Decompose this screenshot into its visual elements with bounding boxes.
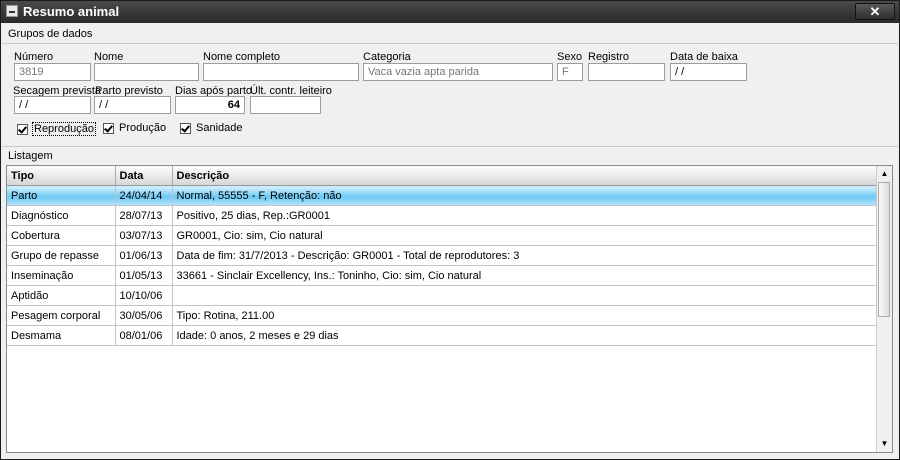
table-row[interactable]: Parto 24/04/14 Normal, 55555 - F, Retenç… [7, 185, 879, 206]
cell-tipo: Desmama [7, 325, 116, 346]
cell-descricao [172, 285, 879, 306]
nome-completo-field[interactable] [203, 63, 359, 81]
reproducao-label: Reprodução [32, 122, 96, 136]
parto-previsto-field[interactable]: / / [94, 96, 171, 114]
numero-field[interactable]: 3819 [14, 63, 91, 81]
categoria-label: Categoria [363, 51, 411, 63]
sexo-field[interactable]: F [557, 63, 583, 81]
table-row[interactable]: Cobertura 03/07/13 GR0001, Cio: sim, Cio… [7, 225, 879, 246]
column-header-data[interactable]: Data [115, 166, 173, 186]
table-row[interactable]: Aptidão 10/10/06 [7, 285, 879, 306]
listagem-table: Tipo Data Descrição Parto 24/04/14 Norma… [6, 165, 893, 453]
cell-data: 28/07/13 [115, 205, 173, 226]
nome-completo-label: Nome completo [203, 51, 281, 63]
checkmark-icon [180, 122, 191, 134]
data-baixa-field[interactable]: / / [670, 63, 747, 81]
secagem-field[interactable]: / / [14, 96, 91, 114]
cell-tipo: Diagnóstico [7, 205, 116, 226]
grupos-de-dados-label: Grupos de dados [8, 28, 93, 40]
nome-label: Nome [94, 51, 124, 63]
cell-tipo: Grupo de repasse [7, 245, 116, 266]
producao-label: Produção [119, 122, 167, 135]
table-row[interactable]: Grupo de repasse 01/06/13 Data de fim: 3… [7, 245, 879, 266]
checkmark-icon [17, 123, 28, 135]
data-baixa-label: Data de baixa [670, 51, 738, 63]
cell-data: 30/05/06 [115, 305, 173, 326]
cell-data: 01/06/13 [115, 245, 173, 266]
dias-apos-parto-field[interactable]: 64 [175, 96, 245, 114]
registro-field[interactable] [588, 63, 665, 81]
window-menu-icon[interactable] [6, 5, 18, 17]
cell-tipo: Aptidão [7, 285, 116, 306]
table-row[interactable]: Diagnóstico 28/07/13 Positivo, 25 dias, … [7, 205, 879, 226]
cell-tipo: Cobertura [7, 225, 116, 246]
nome-field[interactable] [94, 63, 199, 81]
table-row[interactable]: Inseminação 01/05/13 33661 - Sinclair Ex… [7, 265, 879, 286]
categoria-field[interactable]: Vaca vazia apta parida [363, 63, 553, 81]
window-title: Resumo animal [23, 4, 120, 19]
ult-contr-leiteiro-field[interactable] [250, 96, 321, 114]
cell-data: 03/07/13 [115, 225, 173, 246]
table-header-row: Tipo Data Descrição [7, 166, 879, 186]
cell-descricao: GR0001, Cio: sim, Cio natural [172, 225, 879, 246]
sanidade-label: Sanidade [196, 122, 243, 135]
close-button[interactable]: ✕ [855, 3, 895, 20]
cell-descricao: Normal, 55555 - F, Retenção: não [172, 185, 879, 206]
sexo-label: Sexo [557, 51, 583, 63]
scrollbar-thumb[interactable] [878, 182, 890, 317]
cell-tipo: Inseminação [7, 265, 116, 286]
table-row[interactable]: Desmama 08/01/06 Idade: 0 anos, 2 meses … [7, 325, 879, 346]
registro-label: Registro [588, 51, 629, 63]
table-row[interactable]: Pesagem corporal 30/05/06 Tipo: Rotina, … [7, 305, 879, 326]
cell-data: 10/10/06 [115, 285, 173, 306]
scroll-down-arrow-icon[interactable]: ▼ [878, 437, 891, 451]
numero-label: Número [14, 51, 54, 63]
cell-tipo: Pesagem corporal [7, 305, 116, 326]
resumo-animal-window: Resumo animal ✕ Grupos de dados Número N… [0, 0, 900, 460]
cell-descricao: Positivo, 25 dias, Rep.:GR0001 [172, 205, 879, 226]
cell-data: 08/01/06 [115, 325, 173, 346]
column-header-tipo[interactable]: Tipo [7, 166, 116, 186]
cell-descricao: Idade: 0 anos, 2 meses e 29 dias [172, 325, 879, 346]
checkmark-icon [103, 122, 114, 134]
reproducao-checkbox[interactable]: Reprodução [17, 122, 96, 137]
title-bar[interactable]: Resumo animal ✕ [1, 1, 899, 23]
cell-descricao: Tipo: Rotina, 211.00 [172, 305, 879, 326]
column-header-descricao[interactable]: Descrição [172, 166, 879, 186]
scroll-up-arrow-icon[interactable]: ▲ [878, 167, 891, 181]
producao-checkbox[interactable]: Produção [103, 122, 167, 137]
grupos-de-dados-panel: Número Nome Nome completo Categoria Sexo… [2, 43, 898, 147]
listagem-label: Listagem [8, 150, 53, 162]
cell-tipo: Parto [7, 185, 116, 206]
cell-descricao: Data de fim: 31/7/2013 - Descrição: GR00… [172, 245, 879, 266]
vertical-scrollbar[interactable]: ▲ ▼ [876, 166, 892, 452]
sanidade-checkbox[interactable]: Sanidade [180, 122, 244, 137]
cell-descricao: 33661 - Sinclair Excellency, Ins.: Tonin… [172, 265, 879, 286]
cell-data: 01/05/13 [115, 265, 173, 286]
cell-data: 24/04/14 [115, 185, 173, 206]
